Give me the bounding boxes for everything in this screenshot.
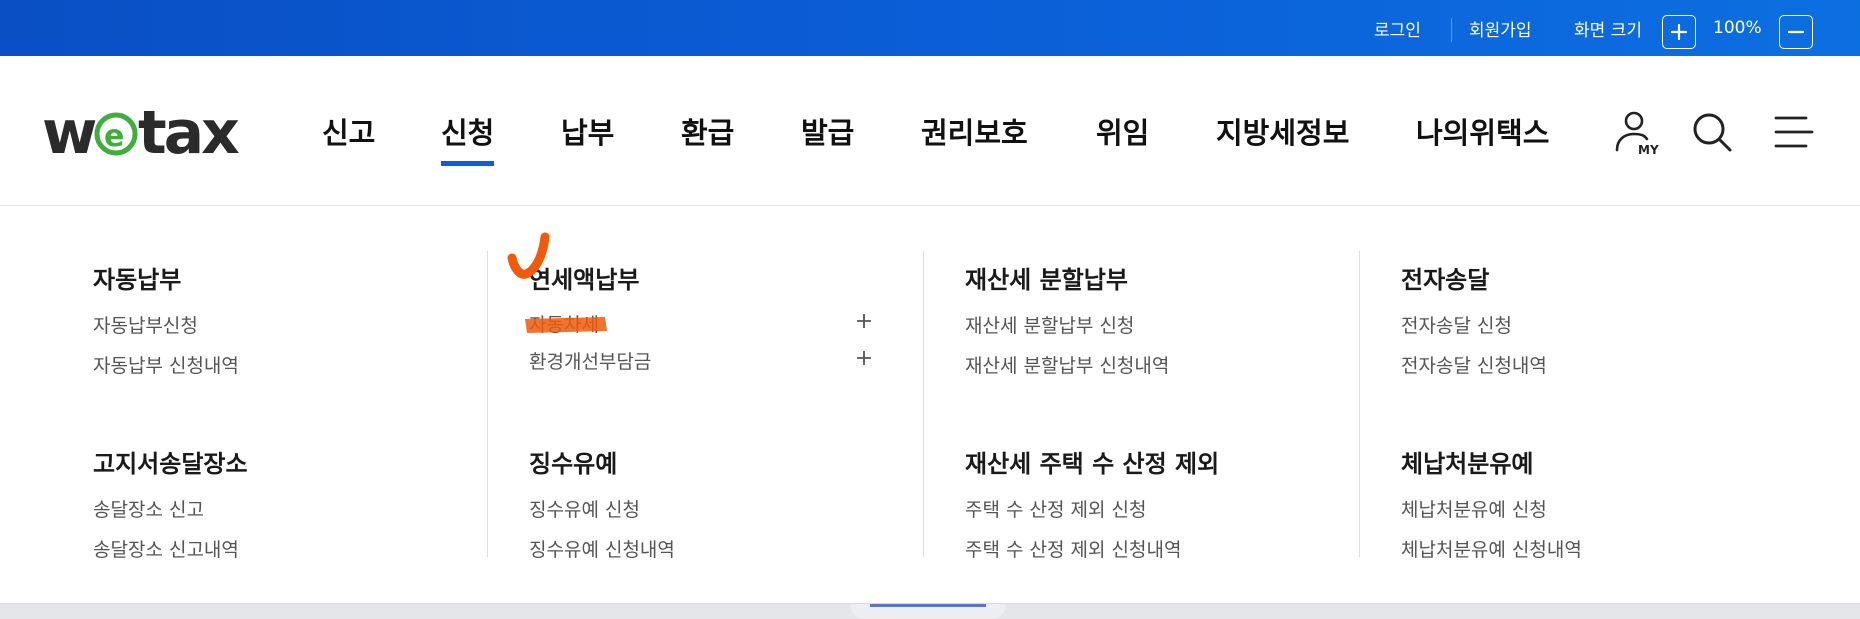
group-title-property-installment: 재산세 분할납부 (965, 266, 1128, 294)
nav-item-report[interactable]: 신고 (322, 110, 375, 152)
nav-item-local-tax-info[interactable]: 지방세정보 (1216, 110, 1349, 152)
expand-plus-icon[interactable] (855, 349, 873, 367)
wetax-logo[interactable]: w e tax (42, 96, 252, 166)
menu-item-deferral-apply[interactable]: 징수유예 신청 (529, 495, 640, 522)
menu-item-vehicle-tax[interactable]: 자동차세 (529, 310, 599, 337)
menu-item-property-installment-history[interactable]: 재산세 분할납부 신청내역 (965, 351, 1169, 378)
menu-item-address-report[interactable]: 송달장소 신고 (93, 495, 204, 522)
group-title-disposition-deferral: 체납처분유예 (1401, 450, 1534, 478)
background-tab-indicator (850, 604, 1006, 619)
menu-item-e-delivery-history[interactable]: 전자송달 신청내역 (1401, 351, 1547, 378)
menu-item-address-history[interactable]: 송달장소 신고내역 (93, 535, 239, 562)
column-divider (923, 251, 924, 557)
expand-plus-icon[interactable] (855, 312, 873, 330)
svg-text:tax: tax (138, 98, 239, 166)
nav-item-refund[interactable]: 환급 (681, 110, 734, 152)
group-title-collection-deferral: 징수유예 (529, 450, 618, 478)
group-title-notice-address: 고지서송달장소 (93, 450, 248, 478)
search-icon[interactable] (1688, 108, 1736, 156)
menu-item-disposition-history[interactable]: 체납처분유예 신청내역 (1401, 535, 1582, 562)
group-title-annual-payment: 연세액납부 (529, 266, 640, 294)
svg-text:e: e (104, 119, 124, 154)
zoom-out-button[interactable] (1779, 15, 1813, 49)
menu-item-auto-pay-history[interactable]: 자동납부 신청내역 (93, 351, 239, 378)
nav-item-rights[interactable]: 권리보호 (921, 110, 1028, 152)
nav-item-pay[interactable]: 납부 (561, 110, 614, 152)
nav-item-my-wetax[interactable]: 나의위택스 (1416, 110, 1549, 152)
svg-text:w: w (42, 98, 96, 166)
my-label: MY (1638, 143, 1659, 156)
nav-item-delegate[interactable]: 위임 (1096, 110, 1149, 152)
group-title-auto-pay: 자동납부 (93, 266, 182, 294)
page-background-band (0, 603, 1860, 619)
login-link[interactable]: 로그인 (1374, 0, 1421, 56)
menu-item-exclusion-history[interactable]: 주택 수 산정 제외 신청내역 (965, 535, 1181, 562)
plus-icon (1670, 23, 1688, 41)
group-title-house-count-exclusion: 재산세 주택 수 산정 제외 (965, 450, 1220, 478)
menu-item-environment-charge[interactable]: 환경개선부담금 (529, 347, 651, 374)
zoom-label: 화면 크기 (1574, 20, 1642, 41)
nav-item-apply[interactable]: 신청 (441, 110, 495, 166)
signup-link[interactable]: 회원가입 (1469, 0, 1532, 56)
menu-item-property-installment-apply[interactable]: 재산세 분할납부 신청 (965, 311, 1134, 338)
zoom-value: 100% (1713, 18, 1762, 38)
minus-icon (1787, 30, 1805, 34)
top-utility-bar: 로그인 회원가입 화면 크기 100% (0, 0, 1860, 56)
menu-item-deferral-history[interactable]: 징수유예 신청내역 (529, 535, 675, 562)
apply-mega-menu: 자동납부 자동납부신청 자동납부 신청내역 연세액납부 자동차세 환경개선부담금… (0, 207, 1860, 603)
column-divider (1359, 251, 1360, 557)
utility-divider (1451, 18, 1452, 42)
menu-item-exclusion-apply[interactable]: 주택 수 산정 제외 신청 (965, 495, 1146, 522)
column-divider (487, 251, 488, 557)
menu-item-disposition-apply[interactable]: 체납처분유예 신청 (1401, 495, 1547, 522)
menu-item-e-delivery-apply[interactable]: 전자송달 신청 (1401, 311, 1512, 338)
zoom-in-button[interactable] (1662, 15, 1696, 49)
nav-item-issue[interactable]: 발급 (801, 110, 854, 152)
menu-item-auto-pay-apply[interactable]: 자동납부신청 (93, 311, 198, 338)
menu-icon[interactable] (1770, 108, 1818, 156)
group-title-e-delivery: 전자송달 (1401, 266, 1490, 294)
site-header: w e tax 신고 신청 납부 환급 발급 권리보호 위임 지방세정보 나의위… (0, 56, 1860, 206)
my-page-icon[interactable]: MY (1611, 108, 1659, 156)
